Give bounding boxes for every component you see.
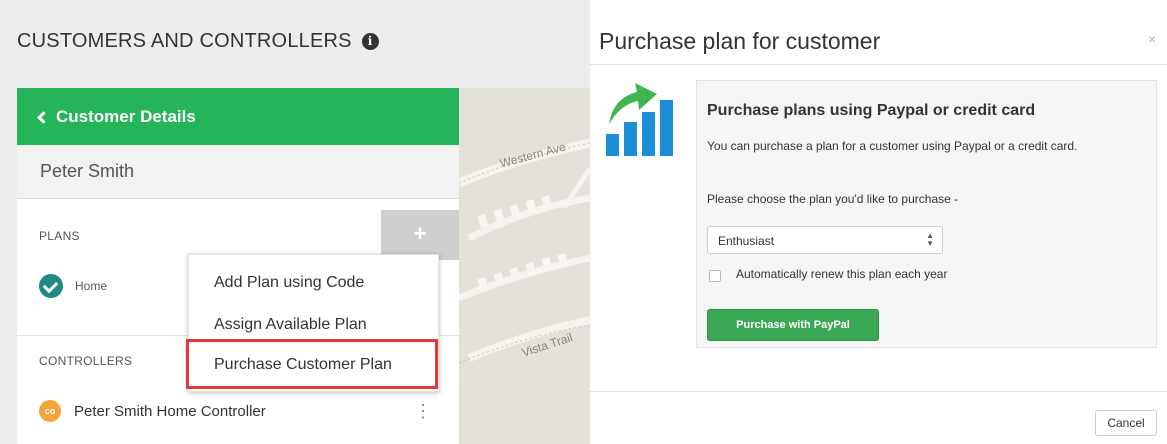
- purchase-info-panel: Purchase plans using Paypal or credit ca…: [696, 80, 1157, 348]
- plans-section-label: PLANS: [39, 229, 80, 243]
- divider: [590, 391, 1167, 392]
- highlight-annotation-box: [186, 339, 438, 389]
- modal-title: Purchase plan for customer: [599, 28, 881, 54]
- plan-select-value: Enthusiast: [718, 234, 775, 248]
- back-label: Customer Details: [56, 106, 196, 126]
- growth-chart-icon: [606, 83, 673, 156]
- controller-name: Peter Smith Home Controller: [74, 402, 266, 420]
- choose-plan-label: Please choose the plan you'd like to pur…: [707, 192, 959, 206]
- purchase-with-paypal-button[interactable]: Purchase with PayPal: [707, 309, 879, 341]
- cancel-button[interactable]: Cancel: [1095, 410, 1157, 436]
- menu-item-add-plan-code[interactable]: Add Plan using Code: [214, 274, 364, 292]
- controller-list-item[interactable]: co Peter Smith Home Controller: [39, 400, 266, 422]
- divider: [590, 64, 1167, 65]
- map-view[interactable]: Western Ave Vista Trail: [459, 88, 590, 444]
- customer-name: Peter Smith: [17, 145, 459, 199]
- plan-list-item[interactable]: Home: [39, 274, 107, 298]
- close-icon[interactable]: ×: [1148, 31, 1156, 47]
- map-roads-graphic: [459, 88, 590, 444]
- controllers-section-label: CONTROLLERS: [39, 354, 133, 368]
- plan-select[interactable]: Enthusiast ▲ ▼: [707, 226, 943, 254]
- plan-name: Home: [75, 279, 108, 293]
- auto-renew-checkbox[interactable]: [709, 270, 721, 282]
- controller-icon: co: [39, 400, 61, 422]
- auto-renew-label[interactable]: Automatically renew this plan each year: [736, 267, 947, 281]
- select-arrows-icon: ▲ ▼: [926, 231, 934, 248]
- chevron-left-icon: [37, 110, 50, 124]
- menu-item-assign-plan[interactable]: Assign Available Plan: [214, 316, 367, 334]
- add-plan-button[interactable]: +: [381, 210, 459, 260]
- purchase-plan-modal: Purchase plan for customer × Purchase pl…: [590, 0, 1167, 444]
- page-title: CUSTOMERS AND CONTROLLERS i: [17, 30, 379, 53]
- page-title-text: CUSTOMERS AND CONTROLLERS: [17, 30, 352, 52]
- kebab-icon[interactable]: ⋮: [414, 400, 432, 422]
- info-icon[interactable]: i: [361, 33, 379, 50]
- panel-description: You can purchase a plan for a customer u…: [707, 139, 1078, 153]
- check-icon: [39, 274, 63, 298]
- panel-title: Purchase plans using Paypal or credit ca…: [707, 102, 1036, 119]
- back-to-customer-details[interactable]: Customer Details: [17, 88, 459, 145]
